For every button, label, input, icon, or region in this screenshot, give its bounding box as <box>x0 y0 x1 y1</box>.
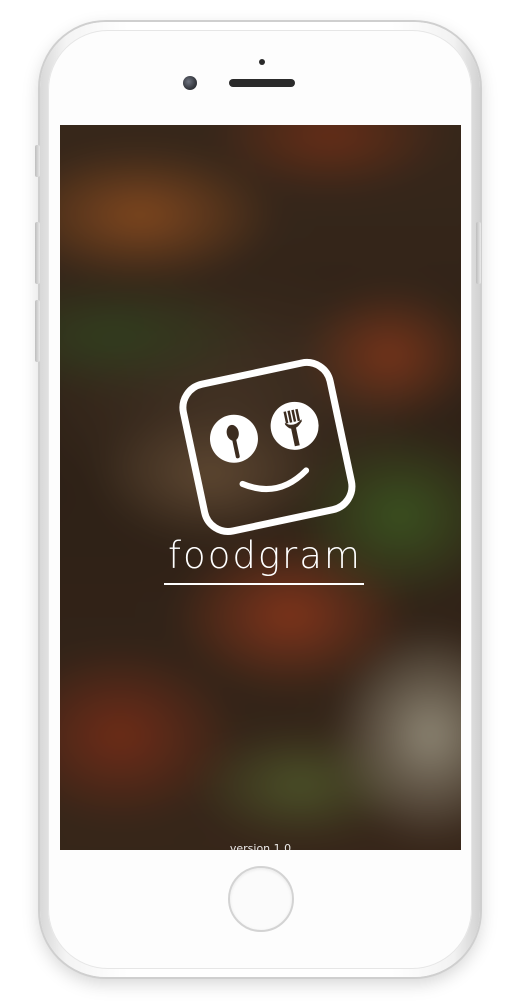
home-button[interactable] <box>228 866 294 932</box>
earpiece-speaker <box>229 79 295 87</box>
mute-switch <box>35 145 40 177</box>
version-label: version 1.0 <box>229 842 292 850</box>
app-title: foodgram <box>168 534 362 577</box>
power-button <box>476 222 481 284</box>
volume-down-button <box>35 300 40 362</box>
title-underline <box>164 583 364 585</box>
front-camera-icon <box>183 76 197 90</box>
device-mockup: foodgram version 1.0 <box>0 0 515 1008</box>
splash-screen: foodgram version 1.0 <box>60 125 461 850</box>
proximity-sensor <box>259 59 265 65</box>
volume-up-button <box>35 222 40 284</box>
foodgram-logo-icon <box>179 358 356 535</box>
